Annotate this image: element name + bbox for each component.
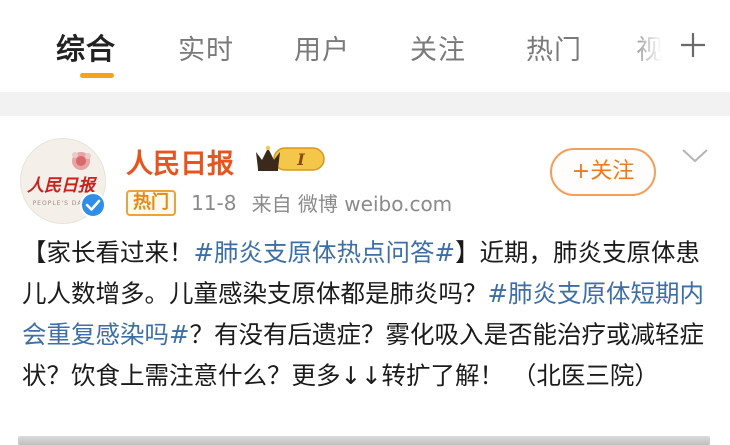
- member-crown-icon: I: [256, 145, 325, 171]
- weibo-post-card: 人民日报 PEOPLE'S DAILY 人民日报 I 热门 11-8 来自 微博…: [0, 116, 730, 445]
- hot-badge: 热门: [126, 189, 176, 216]
- section-separator: [0, 92, 730, 116]
- author-name[interactable]: 人民日报: [126, 142, 234, 181]
- media-preview-edge: [18, 436, 710, 445]
- member-level-text: I: [296, 150, 305, 169]
- tab-hot[interactable]: 热门: [526, 28, 582, 67]
- search-tab-bar: 综合 实时 用户 关注 热门 视: [0, 0, 730, 93]
- tab-following[interactable]: 关注: [410, 28, 466, 67]
- tab-fade-overlay: [626, 20, 666, 70]
- follow-button[interactable]: +关注: [550, 148, 656, 196]
- chevron-down-icon[interactable]: [680, 146, 710, 166]
- post-source: 来自 微博 weibo.com: [251, 192, 453, 216]
- content-prefix: 【家长看过来！: [22, 238, 194, 267]
- active-tab-indicator: [80, 73, 114, 78]
- post-meta: 热门 11-8 来自 微博 weibo.com: [126, 188, 452, 216]
- post-date: 11-8: [191, 190, 237, 215]
- tab-users[interactable]: 用户: [294, 28, 350, 67]
- plus-icon[interactable]: [678, 30, 708, 60]
- verified-icon: [80, 192, 106, 218]
- tab-comprehensive[interactable]: 综合: [56, 26, 116, 68]
- topic-link-1[interactable]: #肺炎支原体热点问答#: [194, 238, 456, 267]
- tab-realtime[interactable]: 实时: [178, 28, 234, 67]
- post-content: 【家长看过来！#肺炎支原体热点问答#】近期，肺炎支原体患儿人数增多。儿童感染支原…: [22, 232, 718, 396]
